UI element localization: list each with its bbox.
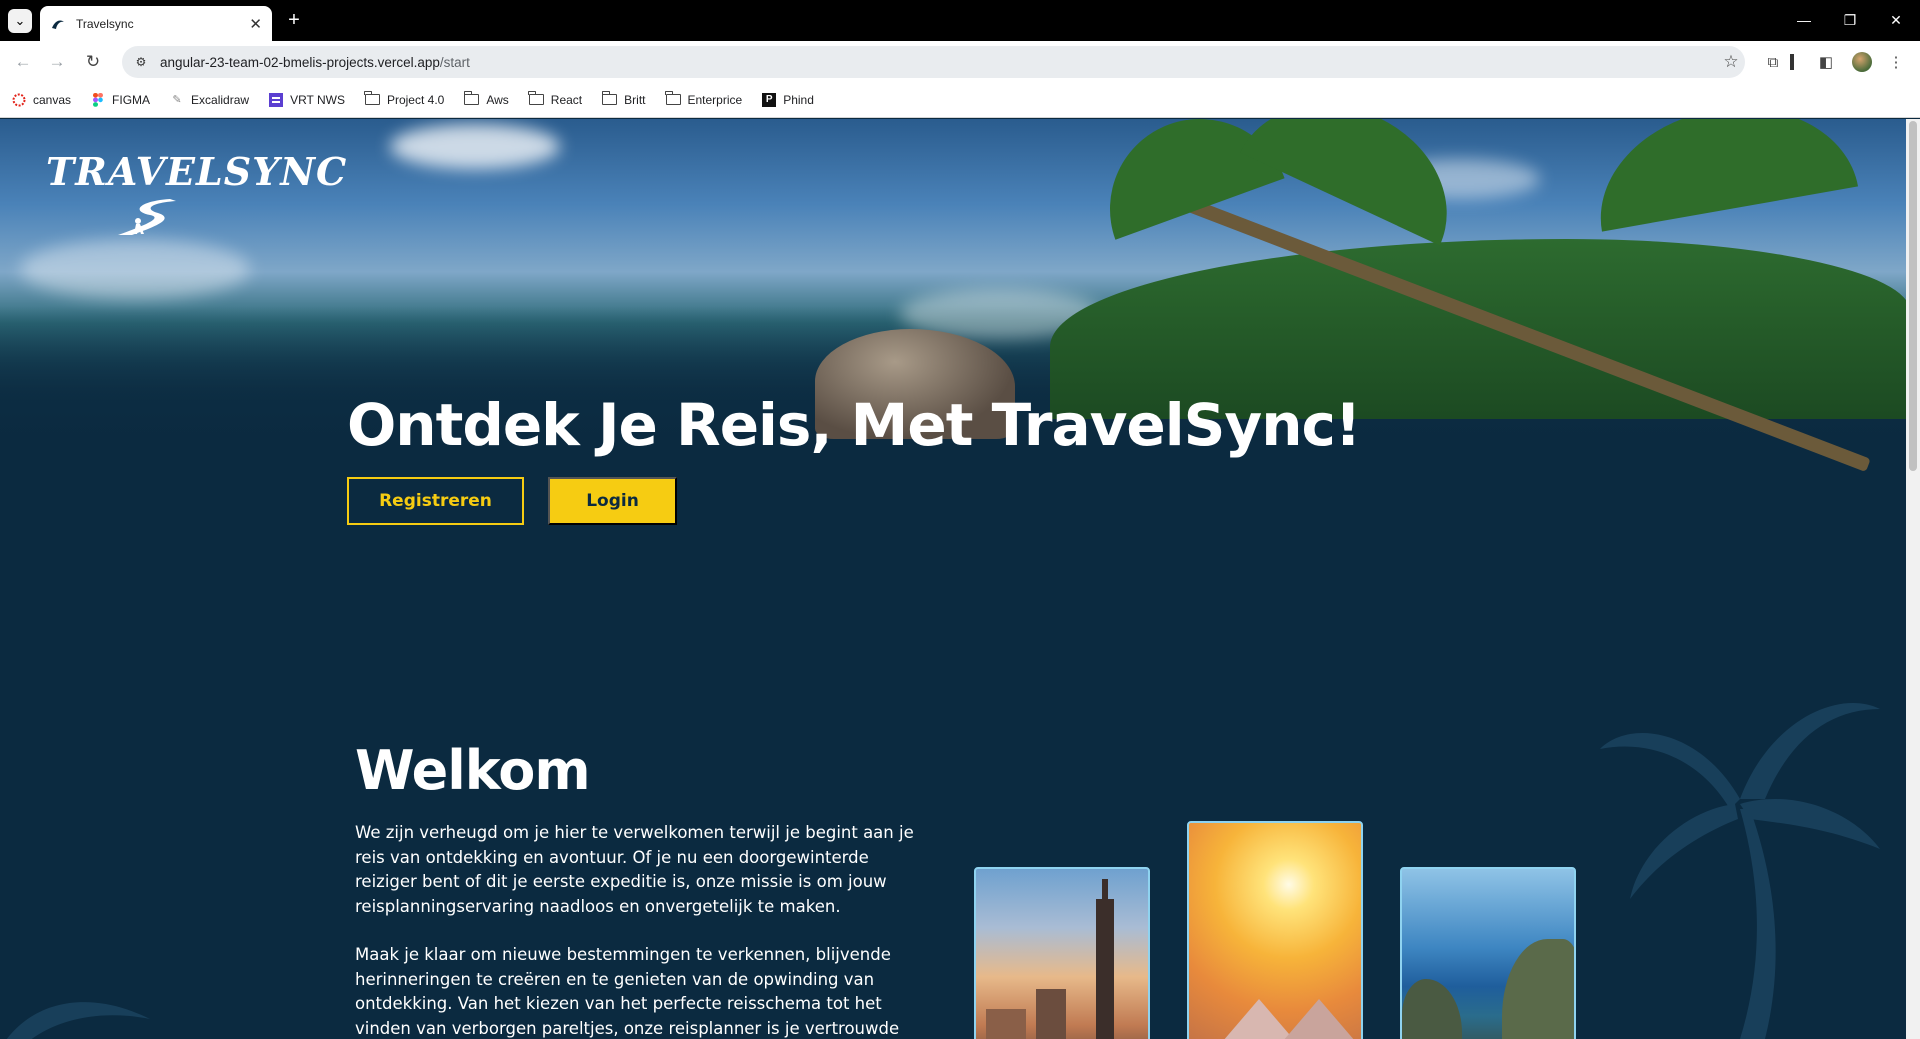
bookmark-phind[interactable]: P Phind (762, 92, 814, 107)
arrow-left-icon: ← (14, 52, 32, 71)
page-scrollbar[interactable] (1906, 119, 1920, 1039)
excalidraw-icon: ✎ (172, 94, 182, 106)
bookmark-folder-britt[interactable]: Britt (601, 91, 646, 107)
reload-icon: ↻ (85, 52, 101, 71)
bookmark-folder-aws[interactable]: Aws (463, 91, 509, 107)
bookmark-label: canvas (33, 92, 72, 107)
road-traveler-icon (118, 199, 176, 235)
welcome-paragraph: We zijn verheugd om je hier te verwelkom… (355, 823, 914, 916)
bookmark-canvas[interactable]: canvas (12, 93, 71, 107)
folder-icon (664, 91, 681, 105)
tab-search-button[interactable]: ⌄ (8, 9, 32, 33)
bookmark-label: Aws (486, 92, 509, 107)
minimize-button[interactable]: — (1784, 8, 1824, 32)
folder-icon (463, 91, 480, 105)
palm-decoration-icon (1600, 703, 1880, 1039)
spire-shape (1102, 879, 1108, 903)
page-viewport: TRAVELSYNC Ontdek Je Reis, Met TravelSyn… (0, 119, 1920, 1039)
chevron-down-icon: ⌄ (14, 13, 26, 28)
extensions-icon[interactable]: ⧉ (1762, 51, 1784, 73)
cloud-shape (20, 239, 250, 299)
toolbar-divider (1790, 54, 1794, 70)
side-panel-icon[interactable]: ◧ (1815, 51, 1837, 73)
welcome-text: We zijn verheugd om je hier te verwelkom… (355, 821, 915, 1039)
figma-icon (91, 92, 105, 107)
travelsync-favicon-icon (52, 19, 64, 29)
new-tab-button[interactable]: + (282, 8, 306, 32)
bookmark-label: Project 4.0 (386, 92, 445, 107)
arrow-right-icon: → (48, 52, 66, 71)
coastal-cliffs-photo (1400, 867, 1576, 1039)
welcome-paragraph: Maak je klaar om nieuwe bestemmingen te … (355, 945, 900, 1038)
active-tab[interactable]: Travelsync ✕ (40, 6, 272, 41)
bookmark-label: Britt (624, 92, 646, 107)
url-path: /start (439, 54, 470, 70)
cliff-shape (1502, 939, 1574, 1039)
tab-strip: ⌄ Travelsync ✕ + — ❐ ✕ (0, 0, 1920, 41)
bookmark-folder-enterprice[interactable]: Enterprice (664, 91, 743, 107)
skyscraper-shape (1096, 899, 1114, 1039)
scrollbar-thumb[interactable] (1909, 121, 1917, 471)
building-shape (1036, 989, 1066, 1039)
bookmark-label: VRT NWS (290, 92, 345, 107)
bookmark-folder-react[interactable]: React (528, 91, 583, 107)
bookmarks-bar: canvas FIGMA ✎ Excalidraw VRT NWS Projec… (0, 82, 1920, 118)
bookmark-label: Phind (783, 92, 814, 107)
bookmark-label: Enterprice (687, 92, 743, 107)
bookmark-label: Excalidraw (191, 92, 250, 107)
cliff-shape (1402, 979, 1462, 1039)
browser-toolbar: ← → ↻ ⚙ angular-23-team-02-bmelis-projec… (0, 41, 1920, 82)
restore-button[interactable]: ❐ (1830, 8, 1870, 32)
cloud-shape (390, 124, 560, 169)
mountain-shape (1259, 999, 1361, 1039)
folder-icon (528, 91, 544, 105)
menu-icon[interactable]: ⋮ (1885, 51, 1907, 73)
new-york-photo (974, 867, 1150, 1039)
building-shape (986, 1009, 1026, 1039)
logo-text: TRAVELSYNC (46, 149, 348, 194)
reload-button[interactable]: ↻ (80, 49, 106, 75)
phind-icon: P (762, 92, 777, 107)
profile-avatar[interactable] (1852, 52, 1872, 72)
bookmark-folder-project[interactable]: Project 4.0 (364, 91, 445, 107)
close-window-button[interactable]: ✕ (1876, 8, 1916, 32)
travelsync-logo[interactable]: TRAVELSYNC (46, 149, 348, 235)
login-button[interactable]: Login (548, 477, 677, 525)
bookmark-star-icon[interactable]: ☆ (1717, 52, 1745, 72)
hero-title: Ontdek Je Reis, Met TravelSync! (347, 391, 1361, 459)
palm-decoration-icon (6, 1002, 150, 1039)
canvas-icon (12, 93, 26, 107)
sunny-mountain-photo (1187, 821, 1363, 1039)
vrt-icon (269, 92, 284, 107)
folder-icon (601, 91, 618, 105)
url-text[interactable]: angular-23-team-02-bmelis-projects.verce… (160, 55, 1717, 70)
bookmark-label: React (550, 92, 583, 107)
bookmark-excalidraw[interactable]: ✎ Excalidraw (170, 93, 249, 107)
back-button[interactable]: ← (10, 49, 36, 75)
tab-title: Travelsync (76, 16, 134, 31)
bookmark-figma[interactable]: FIGMA (91, 92, 151, 107)
close-tab-icon[interactable]: ✕ (249, 15, 262, 33)
url-host: angular-23-team-02-bmelis-projects.verce… (160, 54, 440, 70)
site-info-icon[interactable]: ⚙ (130, 51, 152, 73)
address-bar[interactable]: ⚙ angular-23-team-02-bmelis-projects.ver… (122, 46, 1745, 78)
welcome-title: Welkom (355, 739, 591, 802)
bookmark-label: FIGMA (112, 92, 151, 107)
folder-icon (364, 91, 380, 105)
register-button[interactable]: Registreren (347, 477, 524, 525)
forward-button[interactable]: → (44, 49, 70, 75)
palm-frond-shape (1584, 119, 1859, 232)
bookmark-vrt-nws[interactable]: VRT NWS (269, 92, 345, 107)
